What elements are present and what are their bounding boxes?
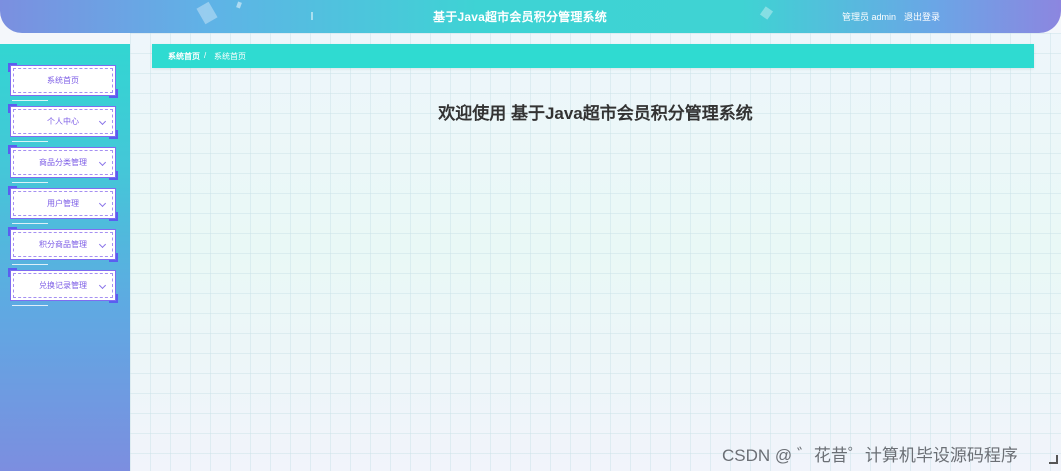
menu-box: 兑换记录管理 bbox=[10, 270, 116, 301]
menu-box: 积分商品管理 bbox=[10, 229, 116, 260]
menu-box: 个人中心 bbox=[10, 106, 116, 137]
menu-box: 用户管理 bbox=[10, 188, 116, 219]
menu-inner: 个人中心 bbox=[13, 109, 113, 134]
breadcrumb-separator: / bbox=[204, 51, 207, 60]
underline-decoration bbox=[12, 182, 48, 183]
current-user: 管理员 admin bbox=[842, 12, 897, 22]
menu-inner: 系统首页 bbox=[13, 68, 113, 93]
chevron-down-icon bbox=[98, 158, 107, 167]
breadcrumb-current: 系统首页 bbox=[214, 52, 246, 61]
main-content: 系统首页 / 系统首页 欢迎使用 基于Java超市会员积分管理系统 bbox=[130, 33, 1061, 471]
underline-decoration bbox=[12, 141, 48, 142]
top-header: 基于Java超市会员积分管理系统 管理员 admin 退出登录 bbox=[0, 0, 1061, 33]
menu-inner: 商品分类管理 bbox=[13, 150, 113, 175]
chevron-down-icon bbox=[98, 240, 107, 249]
menu-inner: 兑换记录管理 bbox=[13, 273, 113, 298]
sidebar-item-redemption-records[interactable]: 兑换记录管理 bbox=[8, 268, 118, 306]
sidebar-item-label: 积分商品管理 bbox=[39, 240, 87, 249]
logout-link[interactable]: 退出登录 bbox=[904, 10, 940, 23]
sidebar-item-user-management[interactable]: 用户管理 bbox=[8, 186, 118, 224]
breadcrumb: 系统首页 / 系统首页 bbox=[152, 44, 1034, 68]
underline-decoration bbox=[12, 100, 48, 101]
menu-inner: 用户管理 bbox=[13, 191, 113, 216]
underline-decoration bbox=[12, 223, 48, 224]
welcome-heading: 欢迎使用 基于Java超市会员积分管理系统 bbox=[438, 104, 753, 123]
sidebar-item-home[interactable]: 系统首页 bbox=[8, 63, 118, 101]
sidebar-item-label: 用户管理 bbox=[47, 199, 79, 208]
sidebar-item-label: 商品分类管理 bbox=[39, 158, 87, 167]
watermark: CSDN @ ゛花昔゜计算机毕设源码程序 bbox=[722, 446, 1018, 465]
resize-grip-icon[interactable] bbox=[1049, 455, 1058, 464]
underline-decoration bbox=[12, 264, 48, 265]
chevron-down-icon bbox=[98, 117, 107, 126]
sidebar-item-label: 个人中心 bbox=[47, 117, 79, 126]
sidebar-item-category-management[interactable]: 商品分类管理 bbox=[8, 145, 118, 183]
chevron-down-icon bbox=[98, 199, 107, 208]
underline-decoration bbox=[12, 305, 48, 306]
sidebar-item-label: 兑换记录管理 bbox=[39, 281, 87, 290]
sidebar-item-label: 系统首页 bbox=[47, 76, 79, 85]
menu-box: 系统首页 bbox=[10, 65, 116, 96]
menu-box: 商品分类管理 bbox=[10, 147, 116, 178]
breadcrumb-home-link[interactable]: 系统首页 bbox=[168, 51, 200, 62]
menu-inner: 积分商品管理 bbox=[13, 232, 113, 257]
sidebar-item-points-product-management[interactable]: 积分商品管理 bbox=[8, 227, 118, 265]
chevron-down-icon bbox=[98, 281, 107, 290]
sidebar-item-personal-center[interactable]: 个人中心 bbox=[8, 104, 118, 142]
sidebar: 系统首页 个人中心 商品分类管理 用户管理 积分商品管理 兑换记录管理 bbox=[0, 44, 130, 471]
